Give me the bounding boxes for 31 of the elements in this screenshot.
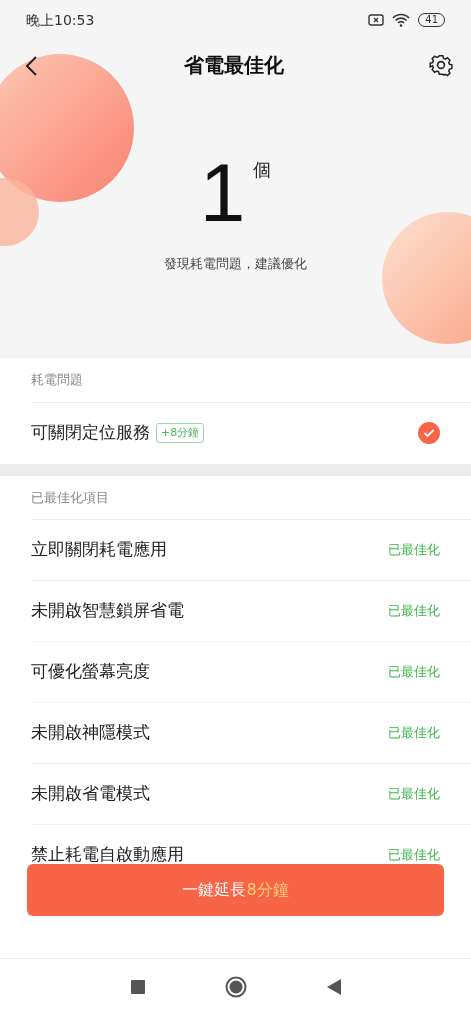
item-label: 禁止耗電自啟動應用 [31,843,184,864]
status-label: 已最佳化 [388,663,440,682]
checkmark-icon [423,428,435,438]
section-heading: 已最佳化項目 [31,475,471,520]
item-label: 未開啟省電模式 [31,782,150,806]
back-icon[interactable] [326,979,341,995]
time-tag: +8分鐘 [156,422,205,444]
item-label: 立即關閉耗電應用 [31,538,167,562]
no-sim-icon [368,14,385,26]
item-label: 未開啟神隱模式 [31,721,150,745]
count-unit: 個 [253,158,272,182]
item-label: 可優化螢幕亮度 [31,660,150,684]
checkbox[interactable] [418,422,440,444]
gear-icon [429,53,453,78]
recent-apps-icon[interactable] [130,980,145,994]
status-label: 已最佳化 [388,541,440,560]
issue-count: 1 [199,152,246,234]
item-label: 未開啟智慧鎖屏省電 [31,599,184,623]
summary-message: 發現耗電問題，建議優化 [164,255,307,273]
status-time: 晚上10:53 [26,10,95,30]
extend-button[interactable]: 一鍵延長8分鐘 [27,863,444,916]
item-label: 可關閉定位服務 [31,421,150,445]
wifi-icon [392,13,411,27]
status-label: 已最佳化 [388,846,440,864]
section-heading: 耗電問題 [31,358,471,403]
status-label: 已最佳化 [388,602,440,621]
home-icon[interactable] [224,976,247,998]
status-label: 已最佳化 [388,785,440,804]
page-title: 省電最佳化 [183,52,284,79]
status-label: 已最佳化 [388,724,440,743]
chevron-left-icon [24,54,38,77]
